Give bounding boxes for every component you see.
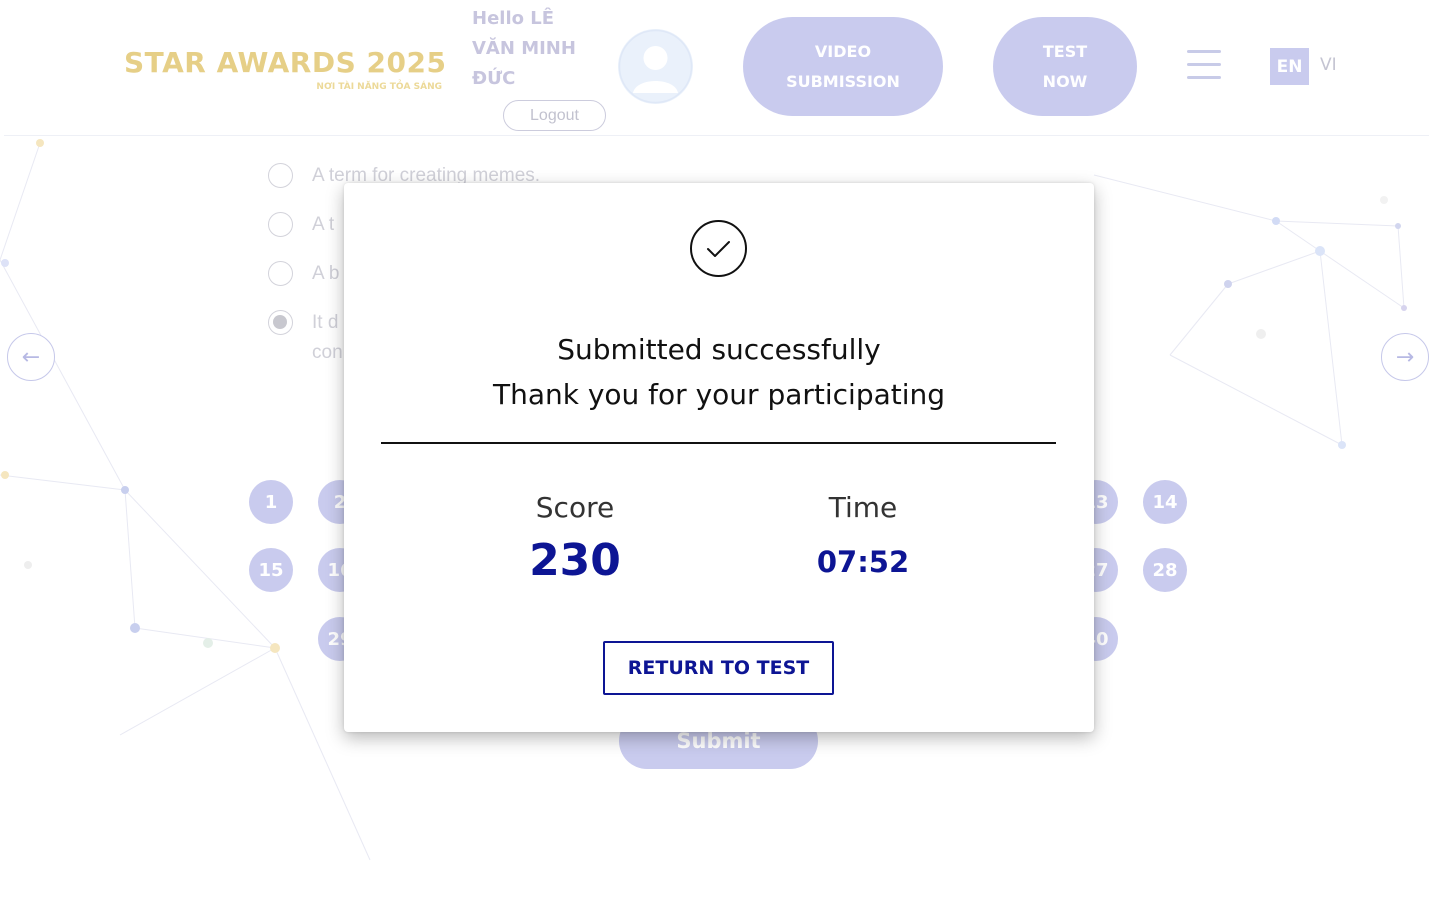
check-circle-icon	[690, 220, 747, 277]
greeting-line-2: VĂN MINH	[472, 38, 576, 59]
time-label: Time	[828, 491, 898, 524]
score-label: Score	[535, 491, 615, 524]
arrow-right-icon: →	[1395, 344, 1415, 370]
answer-option-text-continued: con	[312, 342, 343, 363]
radio-button-checked[interactable]	[268, 310, 293, 335]
question-number-button[interactable]: 15	[249, 548, 293, 592]
test-now-line-2: NOW	[1042, 71, 1088, 91]
question-number-button[interactable]: 1	[249, 480, 293, 524]
greeting-line-1: Hello LÊ	[472, 8, 555, 29]
menu-icon[interactable]	[1187, 50, 1221, 80]
language-en-button[interactable]: EN	[1270, 48, 1309, 85]
answer-option-text: A b	[312, 263, 340, 284]
previous-question-button[interactable]: ←	[7, 333, 55, 381]
test-now-button[interactable]: TEST NOW	[993, 17, 1137, 116]
language-vi-button[interactable]: VI	[1320, 55, 1337, 75]
answer-option-text: A t	[312, 214, 335, 235]
logo-subtitle: NƠI TÀI NĂNG TỎA SÁNG	[316, 82, 442, 92]
greeting-line-3: ĐỨC	[472, 68, 516, 89]
radio-button[interactable]	[268, 163, 293, 188]
thank-you-message: Thank you for your participating	[492, 378, 946, 411]
answer-option-text: It d	[312, 312, 339, 333]
question-number-button[interactable]: 28	[1143, 548, 1187, 592]
avatar[interactable]	[618, 29, 693, 104]
star-awards-logo[interactable]: STAR AWARDS 2025 NƠI TÀI NĂNG TỎA SÁNG	[124, 46, 447, 96]
video-submission-line-2: SUBMISSION	[786, 71, 900, 91]
next-question-button[interactable]: →	[1381, 333, 1429, 381]
success-message: Submitted successfully	[557, 333, 881, 366]
user-icon	[618, 29, 693, 104]
return-to-test-button[interactable]: RETURN TO TEST	[603, 641, 834, 695]
arrow-left-icon: ←	[21, 344, 41, 370]
radio-button[interactable]	[268, 261, 293, 286]
radio-button[interactable]	[268, 212, 293, 237]
divider	[381, 442, 1056, 444]
test-now-line-1: TEST	[1042, 41, 1088, 61]
logo-text: STAR AWARDS 2025	[124, 46, 447, 79]
page: STAR AWARDS 2025 NƠI TÀI NĂNG TỎA SÁNG H…	[0, 0, 1429, 917]
video-submission-button[interactable]: VIDEO SUBMISSION	[743, 17, 943, 116]
submission-success-modal: Submitted successfully Thank you for you…	[344, 183, 1094, 732]
question-number-button[interactable]: 14	[1143, 480, 1187, 524]
user-greeting: Hello LÊ VĂN MINH ĐỨC	[472, 4, 612, 94]
logout-button[interactable]: Logout	[503, 100, 606, 131]
score-value: 230	[529, 535, 621, 586]
video-submission-line-1: VIDEO	[814, 41, 872, 61]
time-value: 07:52	[816, 545, 910, 579]
